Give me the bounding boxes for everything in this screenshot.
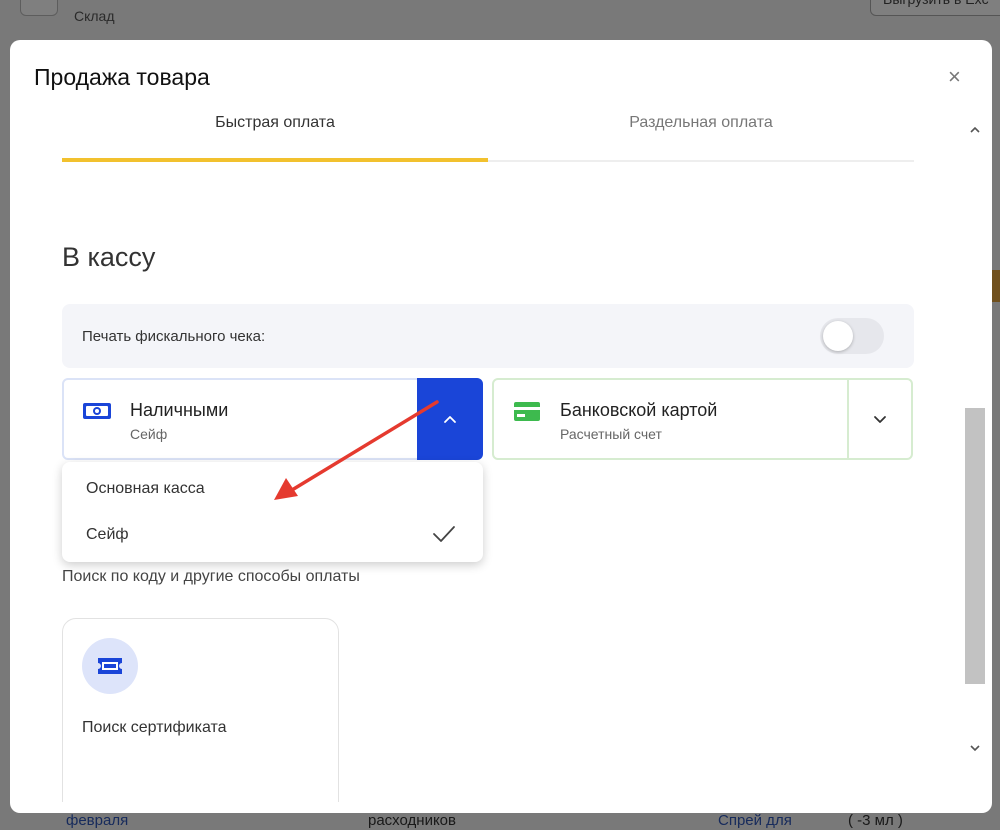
fiscal-receipt-row: Печать фискального чека: <box>62 304 914 368</box>
option-main-register[interactable]: Основная касса <box>62 466 483 512</box>
toggle-knob <box>823 321 853 351</box>
option-label: Основная касса <box>86 480 205 497</box>
cash-name: Наличными <box>130 400 229 420</box>
certificate-label: Поиск сертификата <box>82 719 227 736</box>
close-icon[interactable]: × <box>948 64 961 90</box>
card-dropdown-toggle[interactable] <box>847 380 911 458</box>
fiscal-label: Печать фискального чека: <box>82 328 266 345</box>
card-name: Банковской картой <box>560 400 718 420</box>
other-methods-label: Поиск по коду и другие способы оплаты <box>62 568 360 585</box>
cash-subtitle: Сейф <box>130 426 168 442</box>
check-icon <box>433 526 455 542</box>
fiscal-toggle[interactable] <box>820 318 884 354</box>
option-label: Сейф <box>86 526 129 543</box>
card-subtitle: Расчетный счет <box>560 426 662 442</box>
payment-cash-card[interactable]: Наличными Сейф <box>62 378 483 460</box>
tab-split-payment[interactable]: Раздельная оплата <box>488 112 914 160</box>
section-title: В кассу <box>62 242 156 272</box>
cash-register-dropdown: Основная касса Сейф <box>62 462 483 562</box>
modal-body: Быстрая оплата Раздельная оплата В кассу… <box>10 112 992 802</box>
certificate-icon <box>98 658 122 674</box>
cash-dropdown-toggle[interactable] <box>417 378 483 460</box>
modal-title: Продажа товара <box>34 64 210 90</box>
card-icon <box>514 402 540 421</box>
modal-scrollbar[interactable] <box>965 122 985 762</box>
cash-icon <box>83 403 111 419</box>
scrollbar-thumb[interactable] <box>965 408 985 684</box>
chevron-down-icon <box>874 416 886 423</box>
tab-fast-payment[interactable]: Быстрая оплата <box>62 112 488 162</box>
payment-card-card[interactable]: Банковской картой Расчетный счет <box>492 378 913 460</box>
option-safe[interactable]: Сейф <box>62 512 483 558</box>
chevron-up-icon <box>444 416 456 423</box>
scroll-down-icon[interactable] <box>969 742 981 754</box>
certificate-search-card[interactable]: Поиск сертификата <box>62 618 339 802</box>
payment-tabs: Быстрая оплата Раздельная оплата <box>62 112 914 162</box>
certificate-icon-badge <box>82 638 138 694</box>
scroll-up-icon[interactable] <box>969 124 981 136</box>
sale-modal: Продажа товара × Быстрая оплата Раздельн… <box>10 40 992 813</box>
